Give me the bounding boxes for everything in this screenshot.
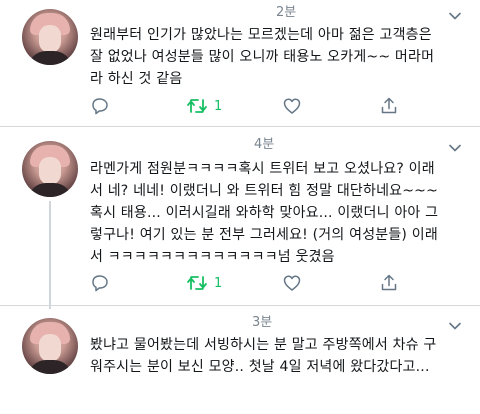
chevron-down-icon[interactable] (448, 141, 462, 155)
tweet-text: 봤냐고 물어봤는데 서빙하시는 분 말고 주방쪽에서 차슈 구 워주시는 분이 … (90, 337, 437, 375)
avatar-body (28, 51, 72, 65)
avatar-face (39, 25, 61, 53)
retweet-count: 1 (214, 98, 223, 114)
share-button[interactable] (379, 95, 399, 117)
share-button[interactable] (379, 272, 399, 294)
avatar-body (28, 360, 72, 374)
like-button[interactable] (282, 95, 302, 117)
reply-icon (92, 98, 108, 115)
avatar[interactable] (22, 9, 78, 65)
reply-button[interactable] (90, 272, 110, 294)
tweet-2[interactable]: 4분 라멘가게 점원분ㅋㅋㅋㅋ혹시 트위터 보고 오셨나요? 이래 서 네? 네… (0, 127, 480, 309)
retweet-button[interactable]: 1 (186, 95, 222, 117)
thread-connector (49, 201, 51, 309)
avatar[interactable] (22, 141, 78, 197)
tweet-text: 원래부터 인기가 많았나는 모르겠는데 아마 젊은 고객층은 잘 없었나 여성분… (90, 27, 435, 87)
chevron-down-icon[interactable] (448, 9, 462, 23)
tweet-actions: 1 (90, 272, 470, 294)
avatar-face (39, 157, 61, 185)
tweet-time[interactable]: 3분 (252, 315, 272, 331)
tweet-1[interactable]: 2분 원래부터 인기가 많았나는 모르겠는데 아마 젊은 고객층은 잘 없었나 … (0, 0, 480, 124)
retweet-count: 1 (214, 275, 223, 291)
tweet-text: 라멘가게 점원분ㅋㅋㅋㅋ혹시 트위터 보고 오셨나요? 이래 서 네? 네네! … (90, 161, 439, 265)
share-icon (381, 274, 397, 291)
retweet-icon (187, 276, 207, 290)
heart-icon (283, 275, 301, 291)
tweet-time[interactable]: 4분 (254, 137, 274, 153)
avatar-body (28, 183, 72, 197)
avatar-face (39, 334, 61, 362)
like-button[interactable] (282, 272, 302, 294)
retweet-button[interactable]: 1 (186, 272, 222, 294)
tweet-time[interactable]: 2분 (276, 5, 296, 21)
avatar[interactable] (22, 318, 78, 374)
timeline: 2분 원래부터 인기가 많았나는 모르겠는데 아마 젊은 고객층은 잘 없었나 … (0, 0, 480, 414)
chevron-down-icon[interactable] (448, 319, 462, 333)
reply-button[interactable] (90, 95, 110, 117)
tweet-3[interactable]: 3분 봤냐고 물어봤는데 서빙하시는 분 말고 주방쪽에서 차슈 구 워주시는 … (0, 306, 480, 414)
heart-icon (283, 98, 301, 114)
tweet-actions: 1 (90, 95, 470, 117)
reply-icon (92, 275, 108, 292)
retweet-icon (187, 99, 207, 113)
share-icon (381, 97, 397, 114)
